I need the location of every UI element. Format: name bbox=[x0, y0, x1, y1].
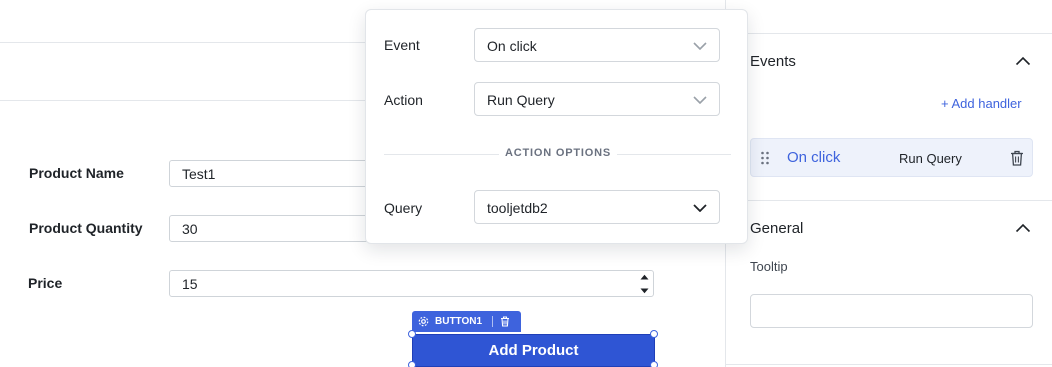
product-name-label: Product Name bbox=[29, 165, 124, 181]
product-quantity-label: Product Quantity bbox=[29, 220, 143, 236]
price-input[interactable]: 15 bbox=[169, 270, 654, 297]
action-options-heading: ACTION OPTIONS bbox=[505, 147, 611, 159]
stepper-down-icon[interactable] bbox=[640, 288, 649, 294]
number-stepper[interactable] bbox=[639, 274, 649, 294]
event-label: Event bbox=[384, 37, 420, 53]
chevron-down-icon bbox=[693, 204, 707, 212]
stepper-up-icon[interactable] bbox=[640, 274, 649, 280]
chevron-down-icon bbox=[693, 42, 707, 50]
chevron-up-icon[interactable] bbox=[1015, 56, 1031, 66]
handler-event-name: On click bbox=[787, 149, 841, 166]
add-product-button[interactable]: Add Product bbox=[412, 334, 655, 367]
widget-tag-separator bbox=[492, 316, 494, 327]
divider-line-left bbox=[384, 154, 499, 155]
action-options-divider: ACTION OPTIONS bbox=[384, 146, 731, 162]
action-label: Action bbox=[384, 92, 423, 108]
inspector-divider-top bbox=[726, 33, 1052, 34]
event-handler-row[interactable]: On click Run Query bbox=[750, 138, 1033, 177]
chevron-down-icon bbox=[693, 96, 707, 104]
action-select-value: Run Query bbox=[487, 92, 555, 108]
widget-tag[interactable]: BUTTON1 bbox=[412, 311, 521, 332]
handler-action-name: Run Query bbox=[899, 151, 962, 166]
tooltip-label: Tooltip bbox=[750, 259, 788, 274]
drag-handle-icon[interactable] bbox=[761, 151, 769, 165]
chevron-up-icon[interactable] bbox=[1015, 223, 1031, 233]
event-select[interactable]: On click bbox=[474, 28, 720, 62]
widget-tag-label: BUTTON1 bbox=[435, 316, 483, 327]
events-section-title: Events bbox=[750, 53, 796, 70]
trash-icon[interactable] bbox=[1010, 150, 1024, 166]
gear-icon[interactable] bbox=[418, 316, 429, 327]
tooltip-input[interactable] bbox=[750, 294, 1033, 328]
resize-handle-top-right[interactable] bbox=[650, 330, 658, 338]
general-section-title: General bbox=[750, 220, 804, 237]
event-handler-popover: Event On click Action Run Query ACTION O… bbox=[365, 9, 748, 244]
event-select-value: On click bbox=[487, 38, 537, 54]
inspector-divider-bottom bbox=[726, 364, 1052, 365]
query-select-value: tooljetdb2 bbox=[487, 200, 548, 216]
trash-icon[interactable] bbox=[500, 316, 510, 327]
inspector-divider-general bbox=[726, 200, 1052, 201]
resize-handle-top-left[interactable] bbox=[408, 330, 416, 338]
query-label: Query bbox=[384, 200, 423, 216]
price-label: Price bbox=[28, 275, 63, 291]
divider-line-right bbox=[617, 154, 731, 155]
inspector-panel: Events + Add handler On click Run Query … bbox=[725, 0, 1052, 367]
resize-handle-bottom-right[interactable] bbox=[650, 361, 658, 367]
add-handler-link[interactable]: + Add handler bbox=[941, 96, 1022, 111]
price-value: 15 bbox=[182, 276, 198, 292]
resize-handle-bottom-left[interactable] bbox=[408, 361, 416, 367]
query-select[interactable]: tooljetdb2 bbox=[474, 190, 720, 224]
action-select[interactable]: Run Query bbox=[474, 82, 720, 116]
